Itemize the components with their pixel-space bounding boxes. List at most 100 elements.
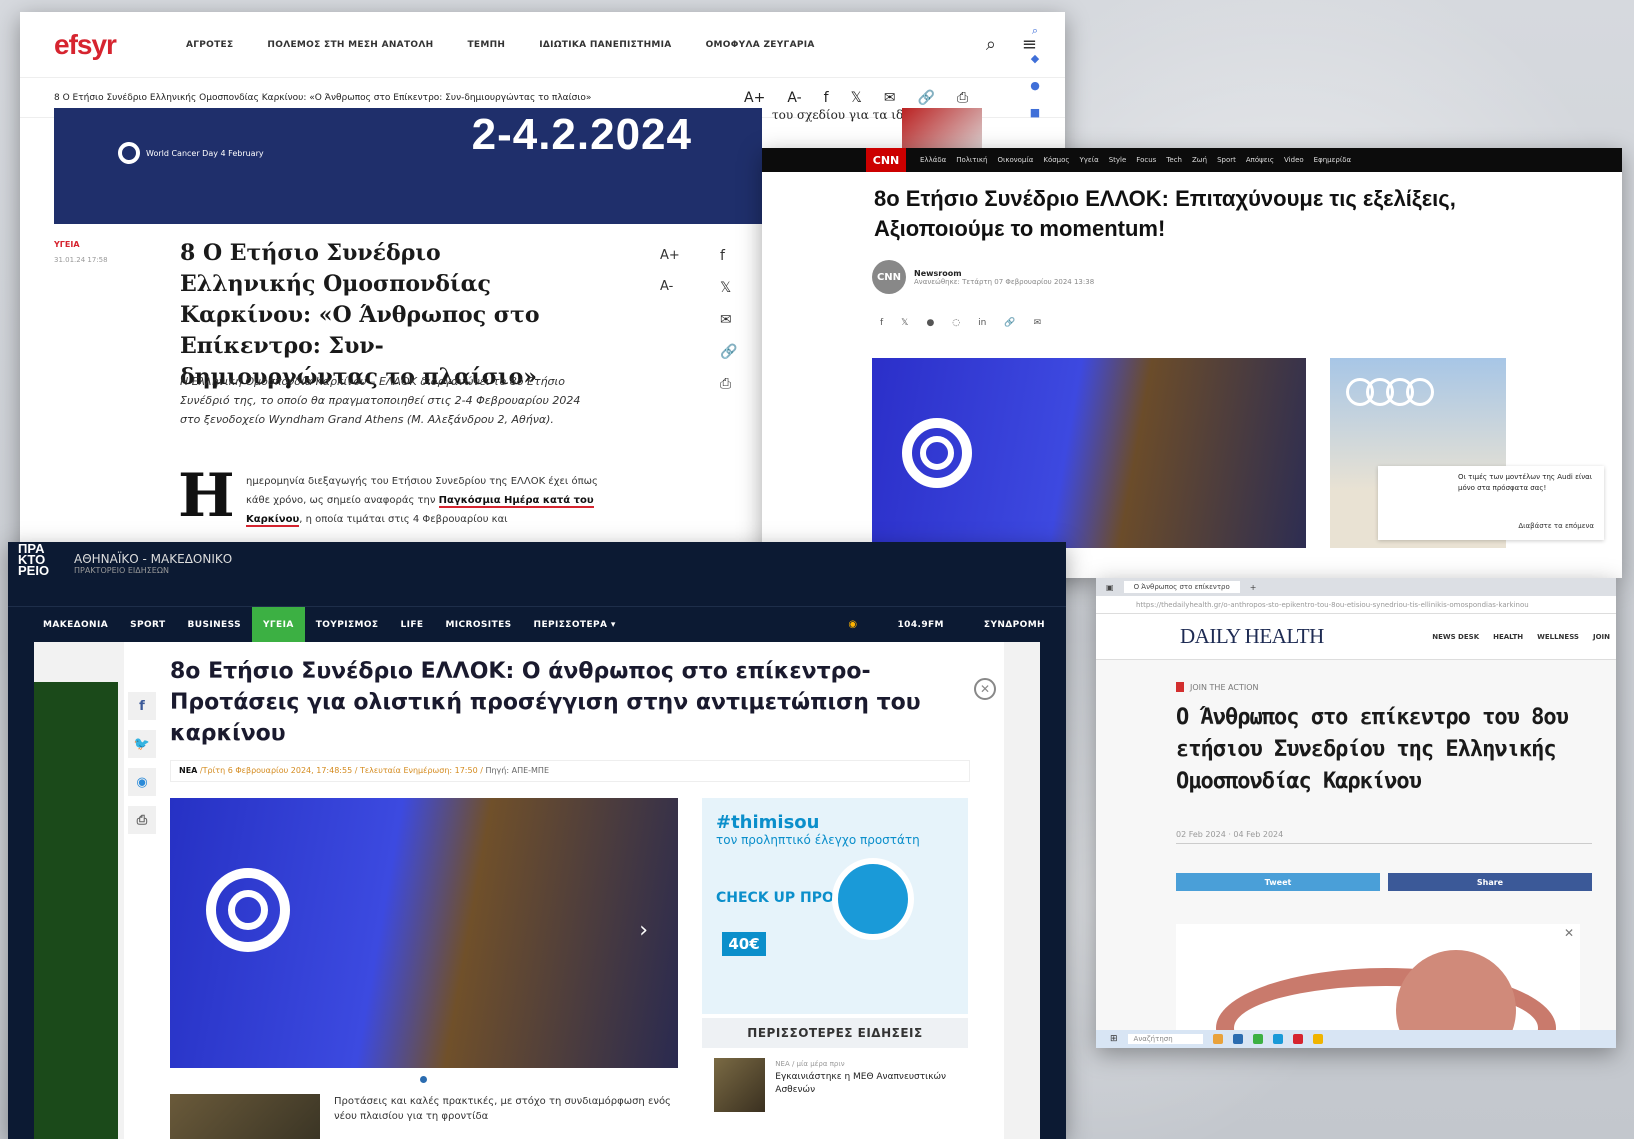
font-decrease-button[interactable]: A- bbox=[660, 279, 680, 294]
radio-live-icon[interactable]: ◉ bbox=[837, 607, 868, 643]
menu-item[interactable]: BUSINESS bbox=[177, 607, 252, 643]
new-tab-button[interactable]: + bbox=[1250, 583, 1257, 592]
mail-icon[interactable]: ✉ bbox=[884, 90, 896, 106]
ad-cta[interactable]: Διαβάστε τα επόμενα bbox=[1518, 521, 1594, 532]
menu-item[interactable]: MICROSITES bbox=[434, 607, 522, 643]
font-increase-button[interactable]: A+ bbox=[660, 248, 680, 263]
nav-item[interactable]: Ελλάδα bbox=[920, 156, 946, 164]
menu-item[interactable]: ΠΕΡΙΣΣΟΤΕΡΑ ▾ bbox=[523, 607, 627, 643]
ad-card[interactable]: Οι τιμές των μοντέλων της Audi είναι μόν… bbox=[1378, 466, 1604, 540]
clock-icon bbox=[832, 858, 914, 940]
nav-item[interactable]: ΟΜΟΦΥΛΑ ΖΕΥΓΑΡΙΑ bbox=[706, 40, 815, 50]
article-photo[interactable]: › bbox=[170, 798, 678, 1068]
carousel-dot[interactable] bbox=[420, 1076, 427, 1083]
list-item-title[interactable]: Εγκαινιάστηκε η ΜΕΘ Αναπνευστικών Ασθενώ… bbox=[775, 1072, 946, 1095]
extension-icon[interactable]: ● bbox=[1030, 79, 1040, 92]
nav-item[interactable]: Focus bbox=[1136, 156, 1156, 164]
nav-item[interactable]: HEALTH bbox=[1493, 633, 1523, 641]
nav-item[interactable]: Οικονομία bbox=[997, 156, 1033, 164]
link-icon[interactable]: 🔗 bbox=[918, 90, 935, 106]
meta-tag[interactable]: ΝΕΑ bbox=[179, 766, 197, 775]
nav-item[interactable]: Υγεία bbox=[1080, 156, 1099, 164]
menu-item[interactable]: LIFE bbox=[389, 607, 434, 643]
search-icon[interactable]: ⌕ bbox=[1032, 24, 1038, 38]
edge-icon[interactable] bbox=[1272, 1034, 1283, 1044]
nav-item[interactable]: Video bbox=[1284, 156, 1304, 164]
font-increase-button[interactable]: A+ bbox=[744, 90, 765, 106]
extension-icon[interactable]: ■ bbox=[1030, 106, 1040, 119]
messenger-icon[interactable]: ◉ bbox=[128, 768, 156, 796]
menu-item[interactable]: SPORT bbox=[119, 607, 176, 643]
nav-item[interactable]: ΠΟΛΕΜΟΣ ΣΤΗ ΜΕΣΗ ΑΝΑΤΟΛΗ bbox=[267, 40, 433, 50]
facebook-icon[interactable]: f bbox=[824, 90, 829, 106]
app-icon[interactable] bbox=[1292, 1034, 1303, 1044]
thimisou-ad[interactable]: #thimisou τον προληπτικό έλεγχο προστάτη… bbox=[702, 798, 968, 1014]
taskbar-search[interactable]: Αναζήτηση bbox=[1127, 1034, 1203, 1044]
chevron-right-icon[interactable]: › bbox=[639, 918, 648, 943]
cnn-logo[interactable]: CNN bbox=[866, 148, 906, 172]
ad-banner[interactable]: ✕ bbox=[1176, 924, 1580, 1030]
browser-tab[interactable]: Ο Άνθρωπος στο επίκεντρο bbox=[1123, 581, 1240, 593]
nav-item[interactable]: Sport bbox=[1217, 156, 1236, 164]
nav-item[interactable]: ΑΓΡΟΤΕΣ bbox=[186, 40, 233, 50]
folder-icon[interactable] bbox=[1212, 1034, 1223, 1044]
twitter-icon[interactable]: 🐦 bbox=[128, 730, 156, 758]
subscribe-link[interactable]: ΣΥΝΔΡΟΜΗ bbox=[973, 607, 1056, 643]
messenger-icon[interactable]: ● bbox=[926, 318, 934, 328]
search-icon[interactable]: ⌕ bbox=[986, 34, 996, 55]
share-button[interactable]: Share bbox=[1388, 873, 1592, 891]
x-icon[interactable]: 𝕏 bbox=[851, 90, 862, 106]
efsyr-logo[interactable]: efsyr bbox=[54, 29, 117, 61]
linkedin-icon[interactable]: in bbox=[978, 318, 986, 328]
dailyhealth-logo[interactable]: DAILY HEALTH bbox=[1180, 624, 1324, 649]
facebook-icon[interactable]: f bbox=[880, 318, 883, 328]
nav-item[interactable]: Εφημερίδα bbox=[1314, 156, 1351, 164]
menu-item[interactable]: ΜΑΚΕΔΟΝΙΑ bbox=[32, 607, 119, 643]
facebook-icon[interactable]: f bbox=[720, 248, 737, 264]
nav-item[interactable]: ΤΕΜΠΗ bbox=[467, 40, 505, 50]
menu-item-active[interactable]: ΥΓΕΙΑ bbox=[251, 606, 305, 643]
nav-item[interactable]: Κόσμος bbox=[1043, 156, 1069, 164]
menu-item[interactable]: ΤΟΥΡΙΣΜΟΣ bbox=[305, 607, 390, 643]
nav-item[interactable]: Πολιτική bbox=[956, 156, 987, 164]
address-bar[interactable]: https://thedailyhealth.gr/o-anthropos-st… bbox=[1096, 596, 1616, 614]
close-icon[interactable]: ✕ bbox=[974, 678, 996, 700]
tweet-button[interactable]: Tweet bbox=[1176, 873, 1380, 891]
x-icon[interactable]: 𝕏 bbox=[720, 280, 737, 296]
nav-item[interactable]: Ζωή bbox=[1192, 156, 1207, 164]
link-icon[interactable]: 🔗 bbox=[1004, 318, 1015, 328]
article-photo[interactable] bbox=[872, 358, 1306, 548]
nav-item[interactable]: JOIN bbox=[1593, 633, 1610, 641]
whatsapp-icon[interactable]: ◌ bbox=[952, 318, 960, 328]
nav-item[interactable]: WELLNESS bbox=[1537, 633, 1579, 641]
nav-item[interactable]: Απόψεις bbox=[1246, 156, 1274, 164]
print-icon[interactable]: ⎙ bbox=[957, 90, 968, 106]
app-icon[interactable] bbox=[1252, 1034, 1263, 1044]
nav-item[interactable]: Style bbox=[1109, 156, 1127, 164]
font-decrease-button[interactable]: A- bbox=[787, 90, 801, 106]
link-icon[interactable]: 🔗 bbox=[720, 344, 737, 360]
app-icon[interactable] bbox=[1232, 1034, 1243, 1044]
nav-item[interactable]: Tech bbox=[1166, 156, 1182, 164]
list-item[interactable]: ΝΕΑ / μία μέρα πριν Εγκαινιάστηκε η ΜΕΘ … bbox=[714, 1058, 964, 1112]
print-icon[interactable]: ⎙ bbox=[128, 806, 156, 834]
nav-item[interactable]: ΙΔΙΩΤΙΚΑ ΠΑΝΕΠΙΣΤΗΜΙΑ bbox=[539, 40, 671, 50]
extension-icon[interactable]: ◆ bbox=[1031, 52, 1039, 65]
print-icon[interactable]: ⎙ bbox=[720, 376, 737, 392]
x-icon[interactable]: 𝕏 bbox=[901, 318, 908, 328]
category-label[interactable]: ΥΓΕΙΑ bbox=[54, 240, 80, 249]
list-item-meta: ΝΕΑ / μία μέρα πριν bbox=[775, 1060, 845, 1068]
inline-thumbnail[interactable] bbox=[170, 1094, 320, 1139]
praktoreio-logo[interactable]: ΠΡΑ ΚΤΟ ΡΕΙΟ bbox=[18, 542, 66, 587]
author-name[interactable]: Newsroom bbox=[914, 269, 1094, 278]
chrome-icon[interactable] bbox=[1312, 1034, 1323, 1044]
mail-icon[interactable]: ✉ bbox=[1034, 318, 1042, 328]
windows-icon[interactable]: ⊞ bbox=[1110, 1034, 1118, 1044]
facebook-icon[interactable]: f bbox=[128, 692, 156, 720]
nav-item[interactable]: NEWS DESK bbox=[1432, 633, 1479, 641]
radio-frequency[interactable]: 104.9FM bbox=[887, 607, 955, 643]
kicker-text[interactable]: JOIN THE ACTION bbox=[1190, 683, 1259, 692]
window-icon[interactable]: ▣ bbox=[1106, 583, 1114, 592]
close-icon[interactable]: ✕ bbox=[1564, 926, 1574, 940]
mail-icon[interactable]: ✉ bbox=[720, 312, 737, 328]
